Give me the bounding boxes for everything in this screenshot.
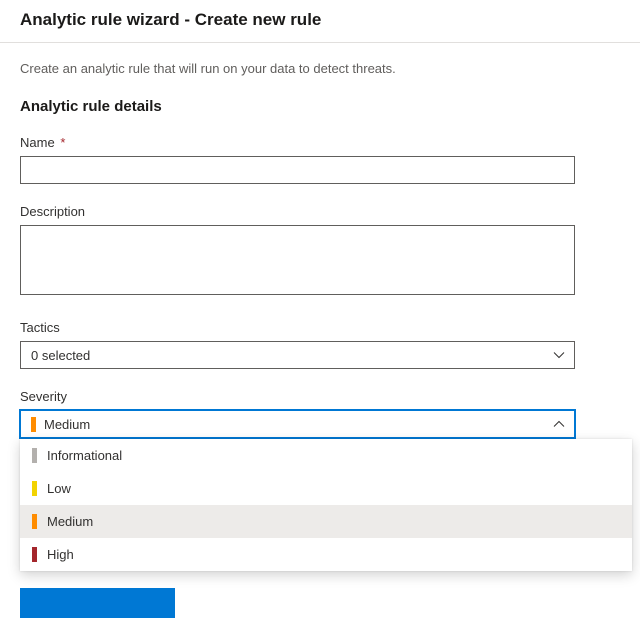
chevron-down-icon <box>552 348 566 362</box>
description-label: Description <box>20 204 620 219</box>
name-label-text: Name <box>20 135 55 150</box>
severity-bar-icon <box>31 417 36 432</box>
severity-label: Severity <box>20 389 620 404</box>
severity-bar-icon <box>32 514 37 529</box>
severity-option-label: Low <box>47 481 71 496</box>
severity-bar-icon <box>32 448 37 463</box>
wizard-header: Analytic rule wizard - Create new rule <box>0 0 640 43</box>
name-input[interactable] <box>20 156 575 184</box>
tactics-selected-text: 0 selected <box>31 348 90 363</box>
tactics-label: Tactics <box>20 320 620 335</box>
severity-bar-icon <box>32 547 37 562</box>
description-input[interactable] <box>20 225 575 295</box>
name-label: Name * <box>20 135 620 150</box>
name-field: Name * <box>20 135 620 184</box>
severity-option-medium[interactable]: Medium <box>20 505 632 538</box>
required-indicator: * <box>60 135 65 150</box>
chevron-up-icon <box>552 417 566 431</box>
severity-option-low[interactable]: Low <box>20 472 632 505</box>
description-field: Description <box>20 204 620 300</box>
severity-option-label: Informational <box>47 448 122 463</box>
severity-selected-text: Medium <box>44 417 90 432</box>
tactics-select[interactable]: 0 selected <box>20 341 575 369</box>
severity-selected: Medium <box>31 417 90 432</box>
severity-field: Severity Medium Informational Low <box>20 389 620 438</box>
severity-option-label: Medium <box>47 514 93 529</box>
wizard-content: Create an analytic rule that will run on… <box>0 43 640 438</box>
severity-bar-icon <box>32 481 37 496</box>
page-title: Analytic rule wizard - Create new rule <box>20 10 620 30</box>
section-title: Analytic rule details <box>20 98 620 115</box>
primary-button[interactable] <box>20 588 175 618</box>
severity-option-informational[interactable]: Informational <box>20 439 632 472</box>
intro-text: Create an analytic rule that will run on… <box>20 61 620 76</box>
severity-dropdown: Informational Low Medium High <box>20 439 632 571</box>
severity-option-high[interactable]: High <box>20 538 632 571</box>
severity-option-label: High <box>47 547 74 562</box>
severity-select[interactable]: Medium Informational Low Medium <box>20 410 575 438</box>
tactics-field: Tactics 0 selected <box>20 320 620 369</box>
